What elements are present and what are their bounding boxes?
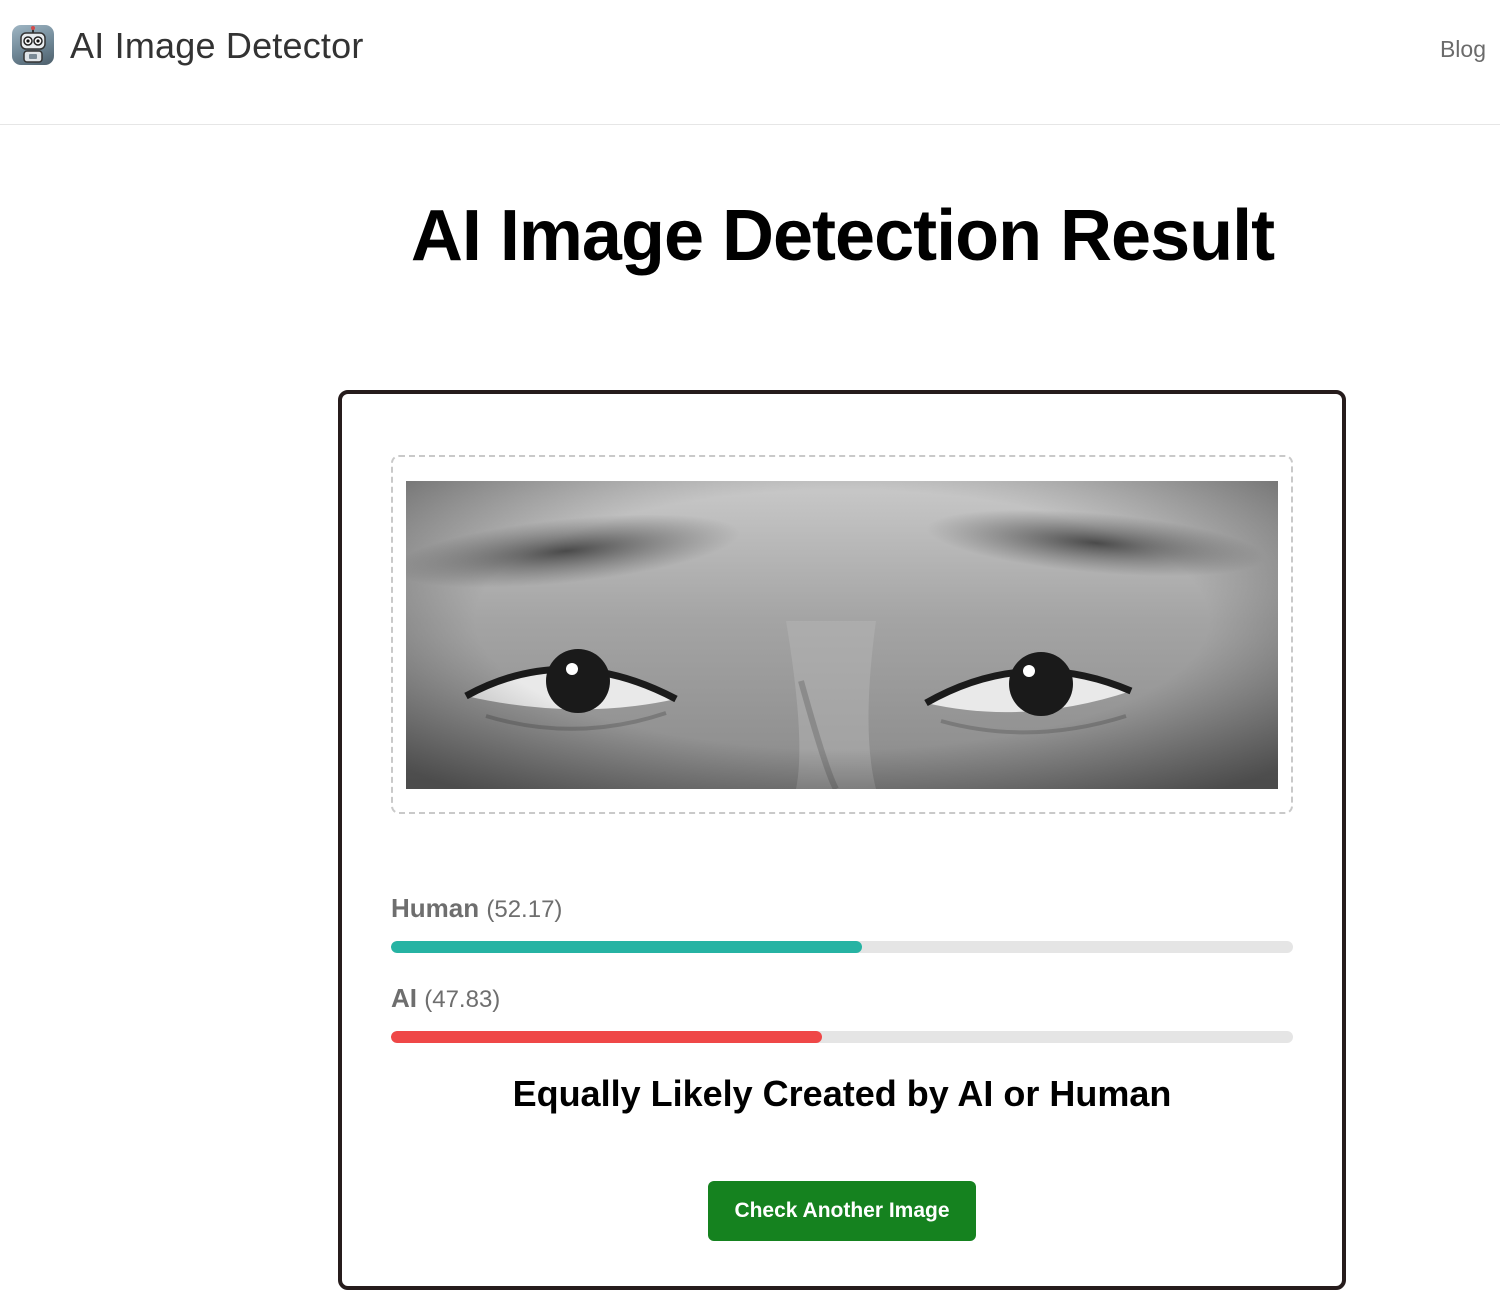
human-label-text: Human <box>391 893 480 923</box>
ai-label-text: AI <box>391 983 417 1013</box>
ai-score-label: AI (47.83) <box>391 982 500 1016</box>
ai-progress-fill <box>391 1031 823 1043</box>
result-verdict: Equally Likely Created by AI or Human <box>512 1073 1172 1114</box>
site-brand[interactable]: AI Image Detector <box>70 24 364 68</box>
ai-score-value: (47.83) <box>424 986 501 1013</box>
check-another-image-button[interactable]: Check Another Image <box>708 1181 976 1241</box>
robot-icon[interactable] <box>12 25 54 65</box>
site-header: AI Image Detector Blog <box>0 0 1500 125</box>
uploaded-image-preview <box>406 481 1278 789</box>
human-score-label: Human (52.17) <box>391 892 562 926</box>
ai-progress-track <box>391 1031 1293 1043</box>
human-score-value: (52.17) <box>486 896 563 923</box>
page-title: AI Image Detection Result <box>410 196 1275 276</box>
human-progress-track <box>391 941 1293 953</box>
blog-link[interactable]: Blog <box>1440 35 1486 63</box>
human-progress-fill <box>391 941 862 953</box>
